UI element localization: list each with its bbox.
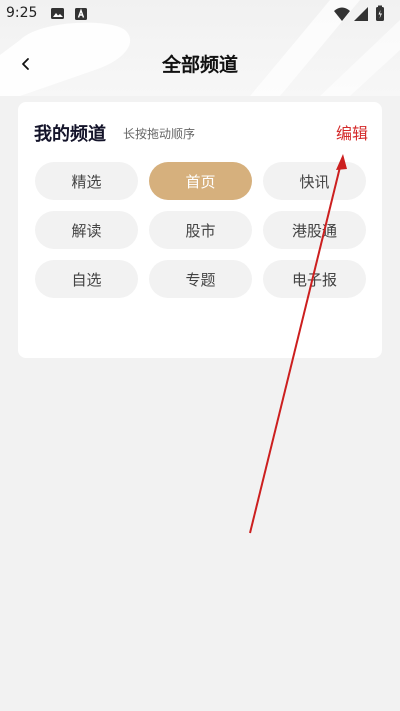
channel-chip[interactable]: 快讯 (263, 162, 366, 200)
card-hint: 长按拖动顺序 (123, 127, 196, 141)
channel-chip[interactable]: 专题 (149, 260, 252, 298)
channel-chip[interactable]: 电子报 (263, 260, 366, 298)
nav-bar: 全部频道 (0, 40, 400, 88)
status-right-icons (334, 5, 384, 21)
channel-chip[interactable]: 股市 (149, 211, 252, 249)
channel-chip[interactable]: 自选 (35, 260, 138, 298)
my-channels-card: 我的频道 长按拖动顺序 编辑 精选 首页 快讯 解读 股市 港股通 自选 专题 … (18, 102, 382, 358)
signal-icon (354, 7, 368, 21)
channel-chip-grid: 精选 首页 快讯 解读 股市 港股通 自选 专题 电子报 (35, 162, 366, 298)
page-title: 全部频道 (161, 54, 238, 76)
edit-button[interactable]: 编辑 (336, 120, 368, 144)
channel-chip-active[interactable]: 首页 (149, 162, 252, 200)
channel-chip[interactable]: 港股通 (263, 211, 366, 249)
channel-chip[interactable]: 精选 (35, 162, 138, 200)
a-badge-icon (75, 8, 87, 20)
wifi-icon (334, 7, 350, 21)
status-bar: 9:25 (0, 0, 400, 28)
channel-chip[interactable]: 解读 (35, 211, 138, 249)
battery-icon (376, 5, 384, 21)
card-title: 我的频道 (34, 124, 106, 145)
status-time: 9:25 (6, 5, 38, 21)
image-icon (51, 8, 64, 19)
